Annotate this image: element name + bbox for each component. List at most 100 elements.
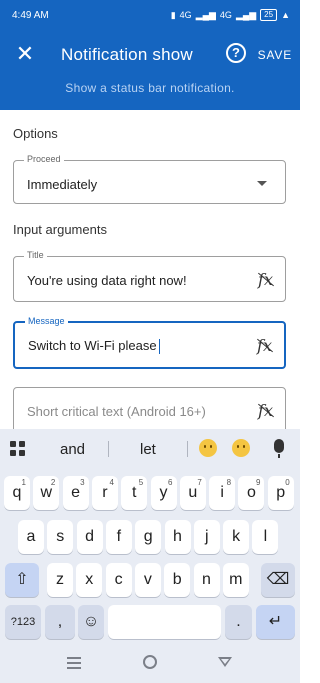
key-number-hint: 6 xyxy=(168,478,173,487)
key-x[interactable]: x xyxy=(76,563,103,597)
signal-4g-icon: 4G xyxy=(179,10,192,20)
status-time: 4:49 AM xyxy=(12,10,49,21)
key-g[interactable]: g xyxy=(135,520,162,554)
key-number-hint: 3 xyxy=(80,478,85,487)
key-number-hint: 4 xyxy=(109,478,114,487)
alert-icon: ▲ xyxy=(281,10,290,20)
options-heading: Options xyxy=(13,126,58,141)
vibrate-icon: ▮ xyxy=(170,9,176,20)
help-icon[interactable]: ? xyxy=(226,43,246,63)
message-field-label: Message xyxy=(25,316,68,326)
input-arguments-heading: Input arguments xyxy=(13,222,107,237)
key-a[interactable]: a xyxy=(18,520,44,554)
status-bar: 4:49 AM ▮ 4G ▂▄▆ 4G ▂▄▆ 25 ▲ xyxy=(0,0,300,32)
key-letter: q xyxy=(12,484,22,501)
battery-icon: 25 xyxy=(260,9,278,21)
chevron-down-icon xyxy=(257,181,267,186)
enter-key[interactable]: ↵ xyxy=(256,605,295,639)
microphone-icon[interactable] xyxy=(274,439,284,458)
back-icon[interactable] xyxy=(218,657,232,667)
signal-4g-icon: 4G xyxy=(219,10,232,20)
key-u[interactable]: u7 xyxy=(179,476,206,510)
page-title: Notification show xyxy=(61,45,193,64)
key-letter: y xyxy=(159,484,168,501)
key-w[interactable]: w2 xyxy=(33,476,60,510)
key-letter: r xyxy=(102,484,108,501)
key-number-hint: 7 xyxy=(197,478,202,487)
title-field[interactable]: Title You're using data right now! fx xyxy=(13,250,286,302)
close-icon[interactable]: ✕ xyxy=(14,43,36,65)
key-y[interactable]: y6 xyxy=(150,476,177,510)
proceed-value: Immediately xyxy=(27,177,98,192)
text-cursor xyxy=(158,339,160,355)
key-o[interactable]: o9 xyxy=(238,476,265,510)
spacebar-key[interactable] xyxy=(108,605,221,639)
key-s[interactable]: s xyxy=(47,520,74,554)
key-letter: t xyxy=(131,484,137,501)
app-bar: ✕ Notification show ? SAVE Show a status… xyxy=(0,32,300,110)
key-h[interactable]: h xyxy=(164,520,191,554)
key-number-hint: 9 xyxy=(255,478,261,487)
proceed-dropdown[interactable]: Proceed Immediately xyxy=(13,154,286,204)
key-z[interactable]: z xyxy=(47,563,73,597)
status-icons: ▮ 4G ▂▄▆ 4G ▂▄▆ 25 ▲ xyxy=(171,9,290,21)
proceed-label: Proceed xyxy=(24,154,64,164)
period-key[interactable]: . xyxy=(225,605,252,639)
page-subtitle: Show a status bar notification. xyxy=(65,81,235,95)
suggestion-word[interactable]: and xyxy=(60,441,85,458)
key-q[interactable]: q1 xyxy=(4,476,30,510)
variable-fx-icon[interactable]: fx xyxy=(258,401,273,420)
key-v[interactable]: v xyxy=(134,563,161,597)
key-number-hint: 5 xyxy=(138,478,144,487)
pleading-emoji-icon[interactable] xyxy=(232,439,250,457)
title-field-value: You're using data right now! xyxy=(27,273,187,288)
key-c[interactable]: c xyxy=(105,563,132,597)
key-t[interactable]: t5 xyxy=(121,476,148,510)
key-d[interactable]: d xyxy=(76,520,103,554)
key-letter: p xyxy=(276,484,286,501)
short-critical-text-field[interactable]: Short critical text (Android 16+) fx xyxy=(13,387,286,433)
system-navigation-bar xyxy=(0,643,300,683)
message-field[interactable]: Message Switch to Wi-Fi please fx xyxy=(13,316,286,369)
key-letter: e xyxy=(71,484,81,501)
signal-bars-icon: ▂▄▆ xyxy=(195,9,216,20)
symbols-key[interactable]: ?123 xyxy=(5,605,41,639)
signal-bars-icon: ▂▄▆ xyxy=(235,9,257,20)
key-number-hint: 1 xyxy=(21,478,26,487)
message-field-value: Switch to Wi-Fi please xyxy=(28,338,160,355)
key-letter: o xyxy=(246,484,256,501)
key-number-hint: 8 xyxy=(226,478,232,487)
shift-key[interactable]: ⇧ xyxy=(5,563,39,597)
key-f[interactable]: f xyxy=(105,520,132,554)
variable-fx-icon[interactable]: fx xyxy=(257,336,272,355)
key-j[interactable]: j xyxy=(193,520,220,554)
key-r[interactable]: r4 xyxy=(91,476,118,510)
key-i[interactable]: i8 xyxy=(209,476,236,510)
title-field-label: Title xyxy=(24,250,47,260)
home-icon[interactable] xyxy=(143,655,157,669)
emoji-key[interactable]: ☺ xyxy=(78,605,104,639)
key-number-hint: 2 xyxy=(50,478,56,487)
apps-grid-icon[interactable] xyxy=(10,441,25,456)
key-b[interactable]: b xyxy=(164,563,191,597)
variable-fx-icon[interactable]: fx xyxy=(258,270,273,289)
suggestion-bar: and let xyxy=(0,429,300,469)
key-m[interactable]: m xyxy=(222,563,249,597)
key-k[interactable]: k xyxy=(223,520,250,554)
save-button[interactable]: SAVE xyxy=(258,48,292,62)
suggestion-divider xyxy=(187,441,188,457)
key-e[interactable]: e3 xyxy=(62,476,89,510)
recent-apps-icon[interactable] xyxy=(67,657,81,672)
suggestion-word[interactable]: let xyxy=(140,441,156,458)
message-text: Switch to Wi-Fi please xyxy=(28,338,157,353)
key-letter: i xyxy=(220,484,224,501)
suggestion-divider xyxy=(108,441,109,457)
backspace-key[interactable]: ⌫ xyxy=(261,563,295,597)
key-n[interactable]: n xyxy=(193,563,220,597)
key-l[interactable]: l xyxy=(252,520,279,554)
smile-emoji-icon[interactable] xyxy=(199,439,217,457)
key-p[interactable]: p0 xyxy=(267,476,294,510)
key-number-hint: 0 xyxy=(285,478,290,487)
comma-key[interactable]: , xyxy=(45,605,75,639)
key-letter: u xyxy=(188,484,198,501)
